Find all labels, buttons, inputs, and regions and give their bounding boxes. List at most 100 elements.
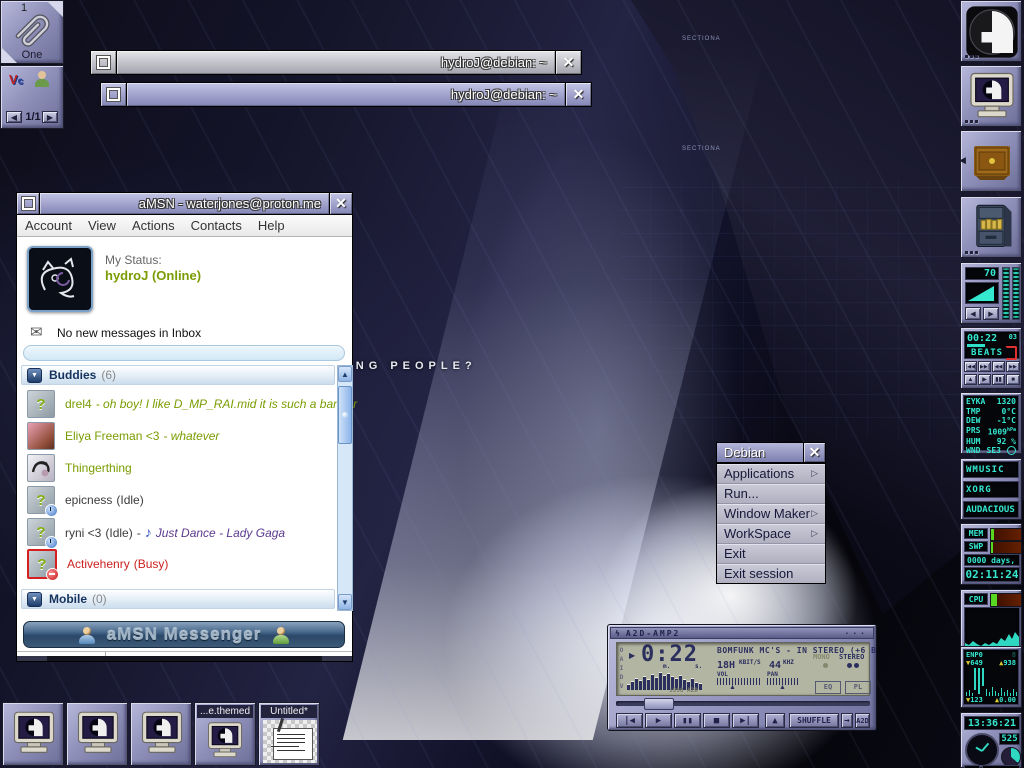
equalizer-button[interactable]: EQ: [815, 681, 841, 694]
miniwindow-terminal[interactable]: [66, 702, 128, 766]
terminal-window-1-titlebar[interactable]: hydroJ@debian: ~ ✕: [90, 50, 582, 75]
repeat-button[interactable]: →: [841, 713, 853, 728]
pause-button[interactable]: ▮▮: [674, 713, 701, 728]
buddy-row[interactable]: Eliya Freeman <3- whatever: [21, 421, 321, 451]
debian-menu-titlebar[interactable]: Debian ✕: [716, 442, 826, 463]
menu-account[interactable]: Account: [25, 218, 72, 233]
mixer-volume-wedge[interactable]: [965, 282, 999, 304]
menu-view[interactable]: View: [88, 218, 116, 233]
buddy-row[interactable]: ? drel4- oh boy! I like D_MP_RAI.mid it …: [21, 389, 321, 419]
mixer-next-button[interactable]: ▶: [983, 307, 999, 320]
miniaturize-button[interactable]: [91, 51, 117, 74]
mixer-prev-button[interactable]: ◀: [965, 307, 981, 320]
beats-next-button[interactable]: ▶▶|: [978, 361, 991, 372]
beats-pause-button[interactable]: ▮▮: [992, 374, 1005, 385]
scroll-down-button[interactable]: ▼: [338, 594, 352, 610]
window-resizebar[interactable]: [17, 656, 352, 661]
miniwindow-themed[interactable]: ...e.themed: [194, 702, 256, 766]
eject-button[interactable]: ▲: [765, 713, 785, 728]
dock-beats-app[interactable]: 00:22 03 BEATS |◀◀ ▶▶| ◀◀ ▶▶ ▲ ▶ ▮▮ ■: [960, 327, 1022, 389]
window-title[interactable]: hydroJ@debian: ~: [127, 83, 565, 106]
xorg-launcher[interactable]: XORG: [963, 481, 1019, 498]
playlist-button[interactable]: PL: [845, 681, 871, 694]
window-title[interactable]: aMSN - waterjones@proton.me: [40, 193, 329, 214]
inbox-status[interactable]: No new messages in Inbox: [57, 326, 201, 340]
menu-item-window-maker[interactable]: Window Maker▷: [717, 504, 825, 524]
my-status-value[interactable]: hydroJ (Online): [105, 268, 201, 283]
miniaturize-button[interactable]: [101, 83, 127, 106]
shuffle-button[interactable]: SHUFFLE: [789, 713, 839, 728]
menu-help[interactable]: Help: [258, 218, 285, 233]
clutterbar[interactable]: OAIDV: [618, 646, 625, 691]
menu-item-exit-session[interactable]: Exit session: [717, 564, 825, 583]
beats-play-button[interactable]: ▶: [978, 374, 991, 385]
amsn-titlebar[interactable]: aMSN - waterjones@proton.me ✕: [17, 193, 352, 215]
miniwindow-terminal[interactable]: [2, 702, 64, 766]
stop-button[interactable]: ■: [703, 713, 730, 728]
miniwindow-untitled[interactable]: Untitled*: [258, 702, 320, 766]
dock-drawer-tile[interactable]: ◀: [960, 130, 1022, 192]
group-header-mobile[interactable]: ▼ Mobile (0): [21, 589, 335, 609]
terminal-window-2-titlebar[interactable]: hydroJ@debian: ~ ✕: [100, 82, 592, 107]
pan-thumb-icon[interactable]: ▲: [779, 684, 786, 691]
miniwindow-terminal[interactable]: [130, 702, 192, 766]
menu-item-applications[interactable]: Applications▷: [717, 464, 825, 484]
group-header-buddies[interactable]: ▼ Buddies (6): [21, 365, 335, 385]
close-button[interactable]: ✕: [555, 51, 581, 74]
drawer-arrow-icon[interactable]: ◀: [959, 155, 966, 166]
wmusic-launcher[interactable]: WMUSIC: [963, 461, 1019, 478]
menu-item-run[interactable]: Run...: [717, 484, 825, 504]
menu-actions[interactable]: Actions: [132, 218, 175, 233]
volume-slider[interactable]: [717, 678, 761, 685]
previous-button[interactable]: |◀: [616, 713, 643, 728]
skin-brand-button[interactable]: A2D: [855, 713, 870, 728]
collapse-button[interactable]: ▼: [27, 592, 42, 607]
beats-prev-button[interactable]: |◀◀: [964, 361, 977, 372]
close-button[interactable]: ✕: [803, 443, 825, 462]
menu-contacts[interactable]: Contacts: [191, 218, 242, 233]
audacious-launcher[interactable]: AUDACIOUS: [963, 501, 1019, 518]
dock-wmaker-tile[interactable]: [960, 0, 1022, 62]
buddy-row[interactable]: Thingerthing: [21, 453, 321, 483]
dock-cpu-app[interactable]: CPU: [960, 589, 1022, 651]
buddy-list-scrollbar[interactable]: ▲ ▼: [337, 365, 353, 611]
menu-item-workspace[interactable]: WorkSpace▷: [717, 524, 825, 544]
dock-clock-app[interactable]: 13:36:21 525 TH 20 NOV: [960, 712, 1022, 768]
dock-file-cabinet-tile[interactable]: [960, 196, 1022, 258]
next-button[interactable]: ▶|: [732, 713, 759, 728]
pager-prev-button[interactable]: ◀: [6, 111, 22, 123]
menu-item-exit[interactable]: Exit: [717, 544, 825, 564]
pager-next-button[interactable]: ▶: [42, 111, 58, 123]
beats-stop-button[interactable]: ■: [1006, 374, 1020, 385]
pager-tile[interactable]: Vc ◀ 1/1 ▶: [0, 65, 64, 129]
dock-lcd-launchers[interactable]: WMUSIC XORG AUDACIOUS: [960, 458, 1022, 520]
dock-weather-app[interactable]: EYKA1320 TMP0°C DEW-1°C PRS1009hPa HUM92…: [960, 392, 1022, 454]
dock-sysmon-app[interactable]: MEM SWP 0000 days, 02:11:24: [960, 523, 1022, 585]
close-button[interactable]: ✕: [565, 83, 591, 106]
beats-eject-button[interactable]: ▲: [964, 374, 977, 385]
close-button[interactable]: ✕: [329, 193, 352, 214]
dock-terminal-tile[interactable]: [960, 65, 1022, 127]
amsn-footer-banner[interactable]: aMSN Messenger: [23, 621, 345, 648]
seek-thumb[interactable]: [644, 698, 674, 710]
play-button[interactable]: ▶: [645, 713, 672, 728]
buddy-row[interactable]: ? Activehenry(Busy): [21, 549, 321, 579]
dock-network-app[interactable]: ENP08 ▼649 ▲938 ▼123 ▲0.00: [960, 646, 1022, 708]
scroll-up-button[interactable]: ▲: [338, 366, 352, 382]
collapse-button[interactable]: ▼: [27, 368, 42, 383]
buddy-row[interactable]: ? ryni <3(Idle)-♪Just Dance - Lady Gaga: [21, 517, 321, 547]
scrollbar-thumb[interactable]: [338, 386, 352, 444]
workspace-clip[interactable]: 1 One: [0, 0, 64, 64]
miniaturize-button[interactable]: [17, 193, 40, 214]
beats-forward-button[interactable]: ▶▶: [1006, 361, 1020, 372]
window-title[interactable]: hydroJ@debian: ~: [117, 51, 555, 74]
personal-message-field[interactable]: [23, 345, 345, 361]
player-titlebar[interactable]: ϟ A2D-AMP2 ···: [610, 627, 874, 639]
dock-mixer-app[interactable]: 70 ◀ ▶: [960, 262, 1022, 324]
buddy-row[interactable]: ? epicness(Idle): [21, 485, 321, 515]
seek-bar[interactable]: [616, 701, 870, 706]
titlebar-dots-icon[interactable]: ···: [845, 629, 868, 638]
beats-rewind-button[interactable]: ◀◀: [992, 361, 1005, 372]
volume-thumb-icon[interactable]: ▲: [729, 684, 736, 691]
avatar[interactable]: [27, 246, 93, 312]
